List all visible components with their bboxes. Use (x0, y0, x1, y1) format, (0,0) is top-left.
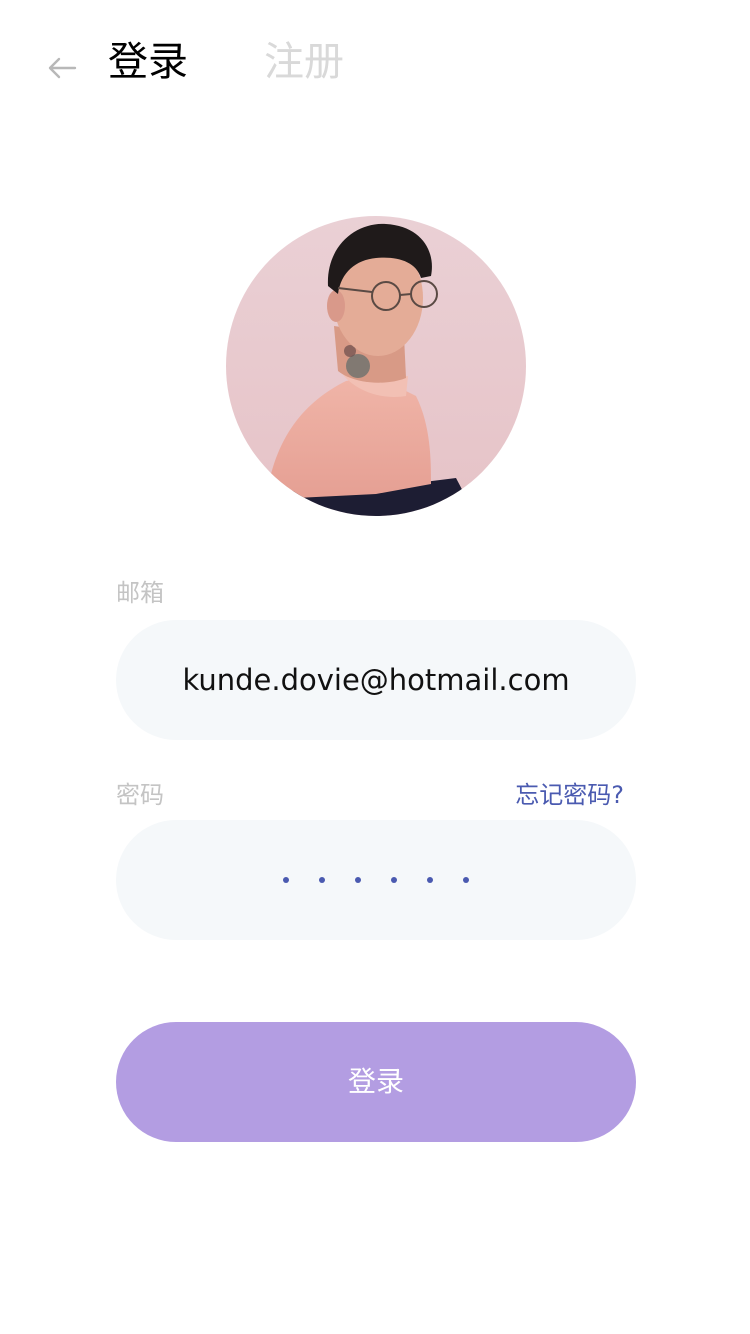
email-value: kunde.dovie@hotmail.com (182, 663, 570, 697)
avatar (226, 216, 526, 516)
password-label: 密码 (116, 781, 164, 809)
password-dot (427, 877, 433, 883)
arrow-left-icon (48, 57, 77, 79)
email-field[interactable]: kunde.dovie@hotmail.com (116, 620, 636, 740)
password-dot (319, 877, 325, 883)
password-field[interactable] (116, 820, 636, 940)
tab-login[interactable]: 登录 (108, 36, 188, 88)
back-button[interactable] (44, 50, 80, 86)
password-mask (116, 820, 636, 940)
tab-register[interactable]: 注册 (264, 36, 344, 88)
email-label: 邮箱 (116, 579, 164, 607)
top-bar: 登录 注册 (0, 0, 750, 130)
password-dot (283, 877, 289, 883)
password-dot (391, 877, 397, 883)
profile-photo (226, 216, 526, 516)
login-button[interactable]: 登录 (116, 1022, 636, 1142)
forgot-password-link[interactable]: 忘记密码? (515, 779, 624, 811)
password-dot (463, 877, 469, 883)
password-dot (355, 877, 361, 883)
